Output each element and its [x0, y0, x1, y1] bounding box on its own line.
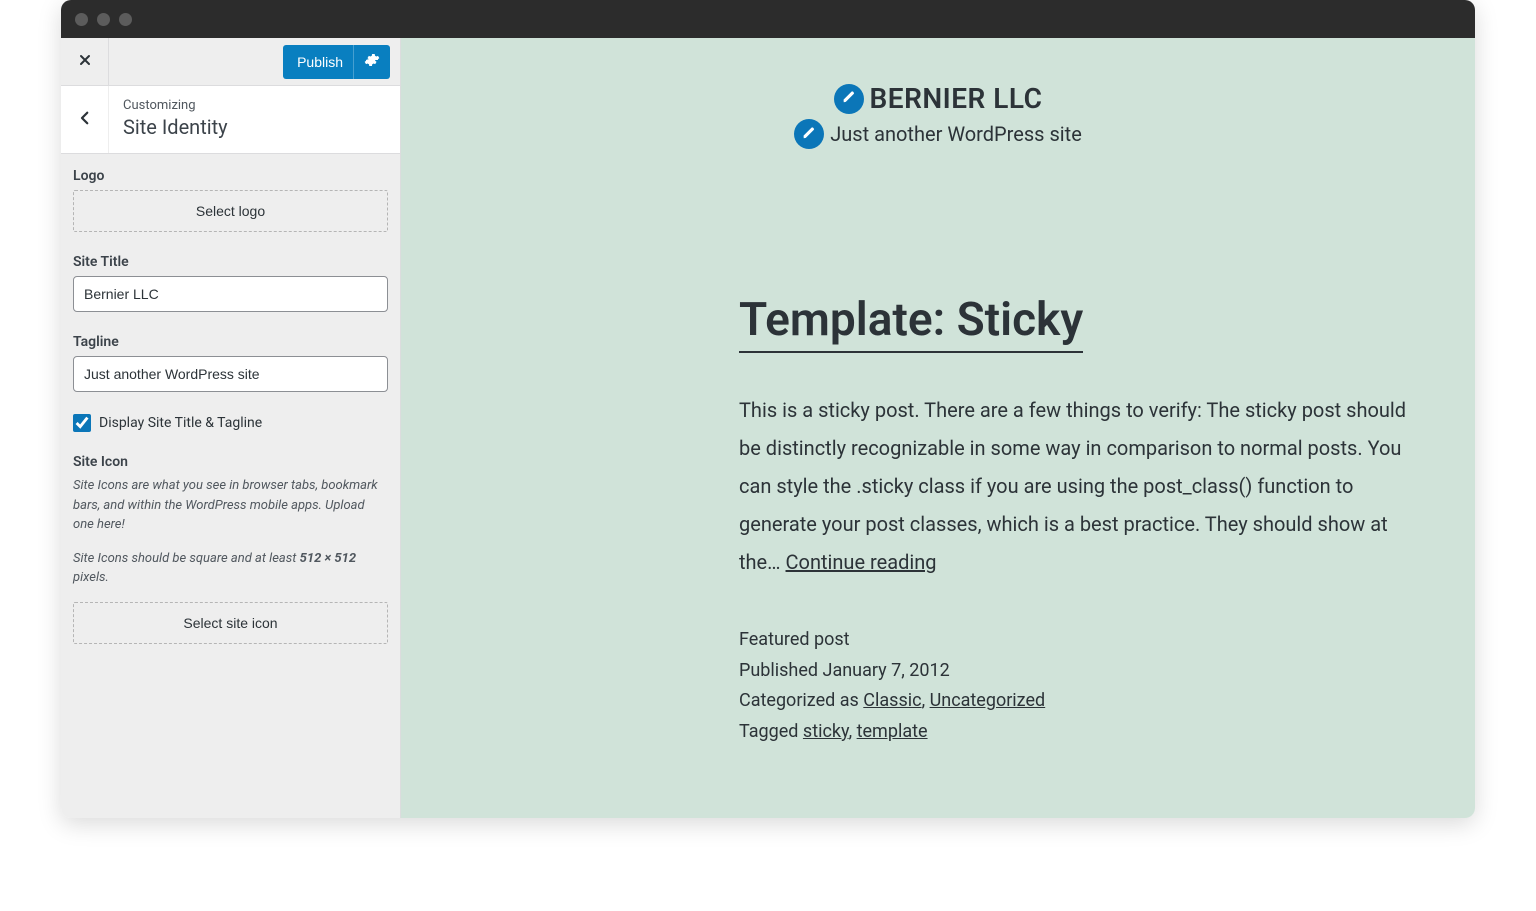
select-site-icon-button[interactable]: Select site icon — [73, 602, 388, 644]
section-titles: Customizing Site Identity — [109, 86, 242, 153]
meta-tagged: Tagged sticky, template — [739, 717, 1427, 748]
site-icon-desc-2c: pixels. — [73, 570, 109, 585]
tagline-label: Tagline — [73, 334, 388, 350]
traffic-light-close[interactable] — [75, 13, 88, 26]
site-header: BERNIER LLC Just another WordPress site — [449, 82, 1427, 153]
section-header: Customizing Site Identity — [61, 86, 400, 154]
logo-control: Logo Select logo — [73, 168, 388, 232]
chevron-left-icon — [76, 109, 94, 131]
site-icon-desc-2a: Site Icons should be square and at least — [73, 551, 300, 566]
site-tagline-row: Just another WordPress site — [794, 119, 1082, 149]
close-customizer-button[interactable] — [61, 38, 109, 86]
tag-link-template[interactable]: template — [857, 721, 928, 742]
tagline-input[interactable] — [73, 356, 388, 392]
edit-shortcut-title[interactable] — [834, 84, 864, 114]
post: Template: Sticky This is a sticky post. … — [739, 293, 1427, 747]
site-title-row: BERNIER LLC — [834, 82, 1043, 115]
back-button[interactable] — [61, 86, 109, 153]
meta-tag-sep: , — [849, 721, 857, 742]
meta-categorized-prefix: Categorized as — [739, 690, 863, 711]
publish-button[interactable]: Publish — [283, 45, 390, 79]
customizing-label: Customizing — [123, 98, 228, 113]
traffic-light-zoom[interactable] — [119, 13, 132, 26]
meta-published-date: January 7, 2012 — [823, 660, 950, 681]
select-logo-button[interactable]: Select logo — [73, 190, 388, 232]
site-title-label: Site Title — [73, 254, 388, 270]
preview-site-title[interactable]: BERNIER LLC — [870, 82, 1043, 115]
post-excerpt-text: This is a sticky post. There are a few t… — [739, 398, 1406, 574]
meta-categorized: Categorized as Classic, Uncategorized — [739, 686, 1427, 717]
meta-featured: Featured post — [739, 625, 1427, 656]
site-icon-label: Site Icon — [73, 454, 388, 470]
app-body: Publish Customizing Site Identity — [61, 38, 1475, 818]
window-titlebar — [61, 0, 1475, 38]
meta-tagged-prefix: Tagged — [739, 721, 803, 742]
post-meta: Featured post Published January 7, 2012 … — [739, 625, 1427, 747]
customizer-sidebar: Publish Customizing Site Identity — [61, 38, 401, 818]
logo-label: Logo — [73, 168, 388, 184]
gear-icon — [364, 52, 380, 71]
post-title-link[interactable]: Template: Sticky — [739, 293, 1083, 353]
site-icon-desc-2: Site Icons should be square and at least… — [73, 549, 388, 588]
close-icon — [77, 52, 93, 72]
controls-area: Logo Select logo Site Title Tagline Disp… — [61, 154, 400, 666]
preview-pane: BERNIER LLC Just another WordPress site … — [401, 38, 1475, 818]
site-icon-control: Site Icon Site Icons are what you see in… — [73, 454, 388, 644]
post-excerpt: This is a sticky post. There are a few t… — [739, 391, 1427, 581]
pencil-icon — [802, 125, 816, 144]
continue-reading-link[interactable]: Continue reading — [786, 550, 937, 574]
meta-published: Published January 7, 2012 — [739, 656, 1427, 687]
publish-button-label: Publish — [297, 54, 343, 70]
display-title-tagline-checkbox[interactable] — [73, 414, 91, 432]
display-title-tagline-row: Display Site Title & Tagline — [73, 414, 388, 432]
traffic-light-minimize[interactable] — [97, 13, 110, 26]
site-title-input[interactable] — [73, 276, 388, 312]
site-icon-desc-2b: 512 × 512 — [300, 551, 357, 566]
tag-link-sticky[interactable]: sticky — [803, 721, 849, 742]
meta-cat-sep: , — [922, 690, 930, 711]
pencil-icon — [842, 89, 856, 108]
category-link-classic[interactable]: Classic — [863, 690, 921, 711]
site-title-control: Site Title — [73, 254, 388, 312]
section-title: Site Identity — [123, 115, 228, 139]
category-link-uncategorized[interactable]: Uncategorized — [930, 690, 1046, 711]
window: Publish Customizing Site Identity — [61, 0, 1475, 818]
meta-published-prefix: Published — [739, 660, 823, 681]
sidebar-top-bar: Publish — [61, 38, 400, 86]
edit-shortcut-tagline[interactable] — [794, 119, 824, 149]
display-title-tagline-label[interactable]: Display Site Title & Tagline — [99, 415, 262, 431]
tagline-control: Tagline — [73, 334, 388, 392]
preview-site-tagline: Just another WordPress site — [830, 122, 1082, 146]
site-icon-desc-1: Site Icons are what you see in browser t… — [73, 476, 388, 535]
publish-button-divider — [353, 45, 354, 79]
